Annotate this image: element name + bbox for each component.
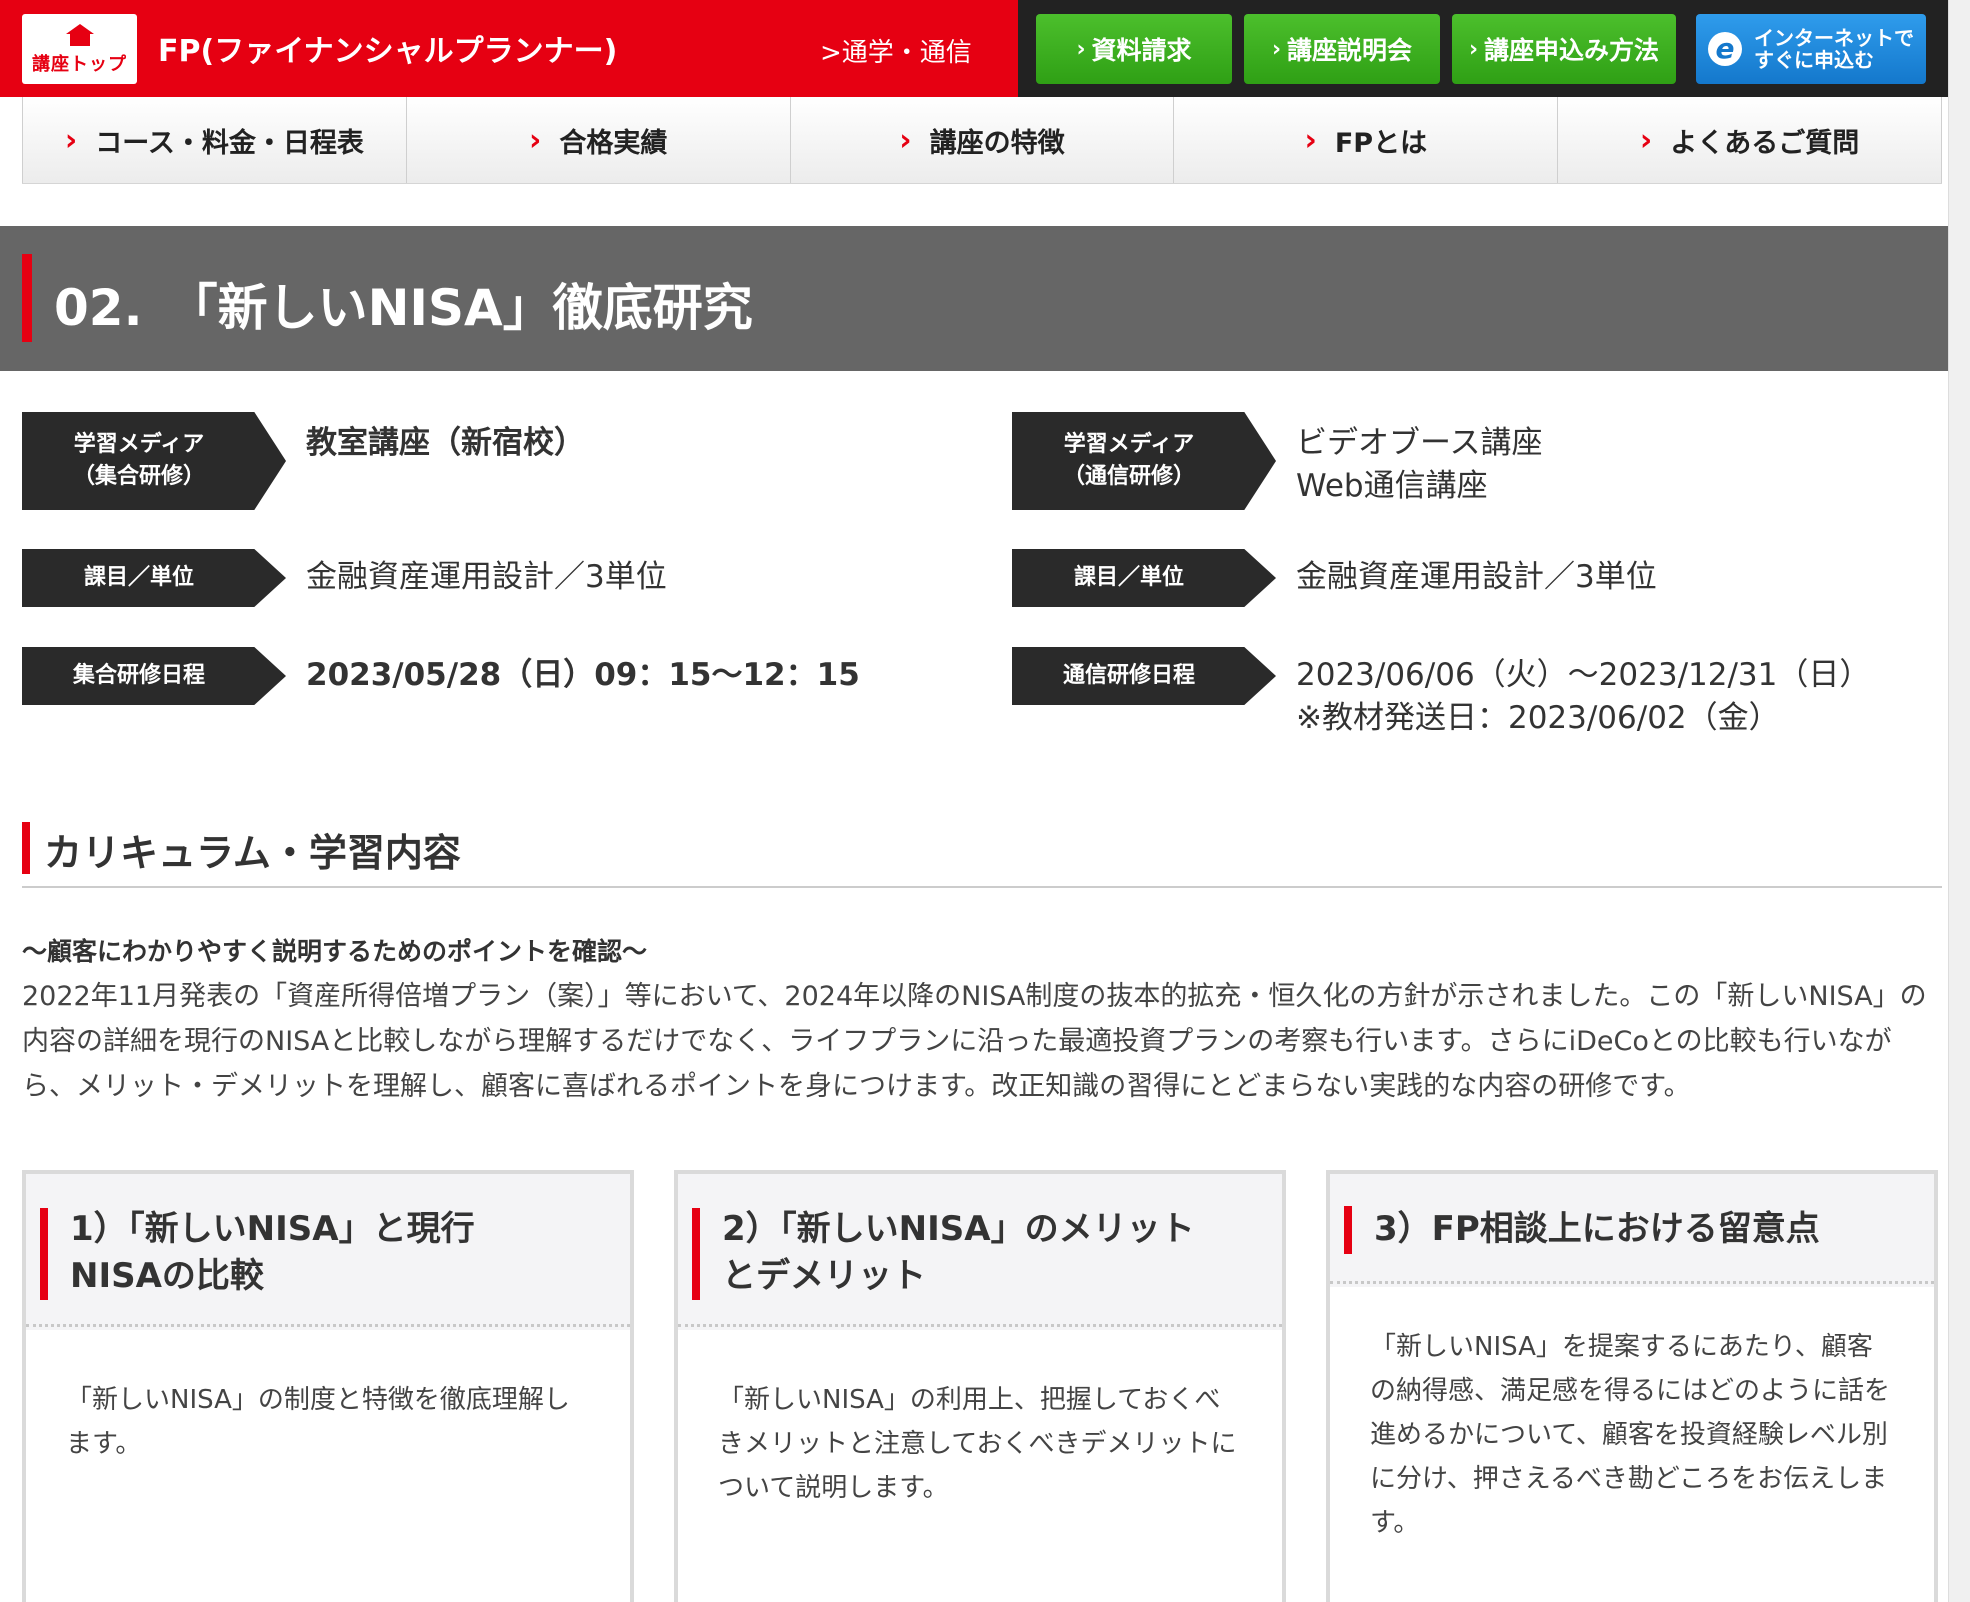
media-online-line1: ビデオブース講座	[1296, 425, 1543, 461]
nav-item-label: 講座の特徴	[929, 127, 1065, 159]
card-body: 「新しいNISA」の制度と特徴を徹底理解します。	[26, 1330, 630, 1602]
media-classroom-tag-text: 学習メディア （集合研修）	[73, 429, 205, 493]
tag-line2: （通信研修）	[1062, 464, 1195, 489]
course-type-label: >通学・通信	[820, 38, 972, 68]
course-seminar-label: 講座説明会	[1287, 36, 1413, 65]
curriculum-card-1: 1）「新しいNISA」と現行 NISAの比較 「新しいNISA」の制度と特徴を徹…	[22, 1170, 634, 1602]
section-accent-bar	[22, 822, 30, 874]
card-title: 2）「新しいNISA」のメリット とデメリット	[722, 1206, 1262, 1300]
internet-apply-line2: すぐに申込む	[1754, 48, 1874, 72]
card-text: 「新しいNISA」を提案するにあたり、顧客の納得感、満足感を得るにはどのように話…	[1370, 1332, 1891, 1538]
title-accent-bar	[22, 254, 32, 342]
card-body: 「新しいNISA」を提案するにあたり、顧客の納得感、満足感を得るにはどのように話…	[1330, 1287, 1934, 1602]
card-title-line1: 2）「新しいNISA」のメリット	[722, 1209, 1195, 1249]
header-action-area: › 資料請求 › 講座説明会 › 講座申込み方法 e インターネットで すぐに申…	[1018, 0, 1948, 97]
card-body: 「新しいNISA」の利用上、把握しておくべきメリットと注意しておくべきデメリット…	[678, 1330, 1282, 1602]
chevron-right-icon: ›	[1468, 36, 1479, 62]
tag-line1: 学習メディア	[1063, 432, 1195, 458]
chevron-right-icon: ›	[1271, 36, 1282, 62]
nav-item-label: 合格実績	[559, 127, 668, 159]
internet-apply-button[interactable]: e インターネットで すぐに申込む	[1696, 14, 1926, 84]
internet-apply-label: インターネットで すぐに申込む	[1754, 27, 1914, 71]
chevron-right-icon: ›	[1304, 122, 1317, 158]
chevron-right-icon: ›	[899, 122, 912, 158]
nav-item-courses[interactable]: › コース・料金・日程表	[22, 97, 406, 183]
card-title-line2: NISAの比較	[70, 1256, 264, 1296]
card-accent-bar	[692, 1208, 700, 1300]
card-title-line2: とデメリット	[722, 1256, 926, 1296]
course-top-logo-link[interactable]: 講座トップ	[22, 14, 137, 84]
media-classroom-tag: 学習メディア （集合研修）	[22, 412, 286, 510]
nav-item-about-fp[interactable]: › FPとは	[1173, 97, 1558, 183]
logo-text: 講座トップ	[32, 54, 127, 75]
tag-line2: （集合研修）	[72, 464, 205, 489]
card-accent-bar	[40, 1208, 48, 1300]
request-materials-label: 資料請求	[1091, 36, 1192, 65]
course-seminar-button[interactable]: › 講座説明会	[1244, 14, 1440, 84]
subject-unit-value: 金融資産運用設計／3単位	[306, 559, 667, 595]
card-header: 3）FP相談上における留意点	[1330, 1174, 1934, 1284]
house-icon	[66, 24, 94, 46]
chevron-right-icon: ›	[529, 122, 542, 158]
chevron-right-icon: ›	[1639, 122, 1653, 158]
chevron-right-icon: ›	[64, 122, 78, 158]
subject-unit-tag: 課目／単位	[22, 549, 286, 607]
card-header: 1）「新しいNISA」と現行 NISAの比較	[26, 1174, 630, 1327]
card-title-line1: 1）「新しいNISA」と現行	[70, 1209, 475, 1249]
section-title: カリキュラム・学習内容	[44, 831, 461, 875]
page-scrollbar[interactable]	[1948, 0, 1970, 1602]
online-schedule-tag: 通信研修日程	[1012, 647, 1276, 705]
card-title: 3）FP相談上における留意点	[1374, 1206, 1914, 1253]
media-online-line2: Web通信講座	[1296, 468, 1488, 505]
curriculum-card-3: 3）FP相談上における留意点 「新しいNISA」を提案するにあたり、顧客の納得感…	[1326, 1170, 1938, 1602]
how-to-apply-label: 講座申込み方法	[1484, 36, 1660, 65]
media-online-tag-text: 学習メディア （通信研修）	[1063, 429, 1195, 493]
subject-unit-value-online: 金融資産運用設計／3単位	[1296, 559, 1657, 595]
card-text: 「新しいNISA」の利用上、把握しておくべきメリットと注意しておくべきデメリット…	[718, 1385, 1237, 1503]
curriculum-body: 2022年11月発表の「資産所得倍増プラン（案）」等において、2024年以降のN…	[22, 981, 1927, 1102]
nav-item-label: コース・料金・日程表	[95, 127, 364, 159]
card-title-line1: 3）FP相談上における留意点	[1374, 1209, 1820, 1249]
nav-item-faq[interactable]: › よくあるご質問	[1557, 97, 1942, 183]
card-header: 2）「新しいNISA」のメリット とデメリット	[678, 1174, 1282, 1327]
internet-apply-line1: インターネットで	[1754, 26, 1914, 50]
curriculum-lead: 〜顧客にわかりやすく説明するためのポイントを確認〜	[22, 937, 648, 966]
page-title: 02. 「新しいNISA」徹底研究	[54, 279, 753, 337]
online-schedule-value: 2023/06/06（火）〜2023/12/31（日） ※教材発送日：2023/…	[1296, 654, 1870, 741]
media-online-tag: 学習メディア （通信研修）	[1012, 412, 1276, 510]
media-classroom-value: 教室講座（新宿校）	[306, 425, 585, 461]
card-text: 「新しいNISA」の制度と特徴を徹底理解します。	[66, 1385, 570, 1459]
chevron-right-icon: ›	[1076, 36, 1086, 62]
classroom-schedule-value: 2023/05/28（日）09：15〜12：15	[306, 657, 860, 693]
section-divider	[22, 886, 1942, 888]
site-title[interactable]: FP(ファイナンシャルプランナー)	[158, 26, 617, 70]
e-apply-icon: e	[1708, 32, 1742, 66]
request-materials-button[interactable]: › 資料請求	[1036, 14, 1232, 84]
nav-item-label: FPとは	[1334, 127, 1428, 159]
material-ship-date: ※教材発送日：2023/06/02（金）	[1296, 700, 1780, 737]
nav-item-label: よくあるご質問	[1670, 127, 1860, 159]
card-title: 1）「新しいNISA」と現行 NISAの比較	[70, 1206, 610, 1300]
online-schedule-line1: 2023/06/06（火）〜2023/12/31（日）	[1296, 657, 1871, 693]
card-accent-bar	[1344, 1206, 1352, 1254]
nav-item-features[interactable]: › 講座の特徴	[789, 97, 1174, 183]
classroom-schedule-tag: 集合研修日程	[22, 647, 286, 705]
nav-item-results[interactable]: › 合格実績	[405, 97, 790, 183]
tag-line1: 学習メディア	[73, 432, 205, 458]
media-online-value: ビデオブース講座 Web通信講座	[1296, 422, 1542, 509]
curriculum-card-2: 2）「新しいNISA」のメリット とデメリット 「新しいNISA」の利用上、把握…	[674, 1170, 1286, 1602]
subject-unit-tag-online: 課目／単位	[1012, 549, 1276, 607]
main-nav: › コース・料金・日程表 › 合格実績 › 講座の特徴 › FPとは › よくあ…	[22, 97, 1942, 184]
page-title-band: 02. 「新しいNISA」徹底研究	[0, 226, 1948, 371]
how-to-apply-button[interactable]: › 講座申込み方法	[1452, 14, 1676, 84]
